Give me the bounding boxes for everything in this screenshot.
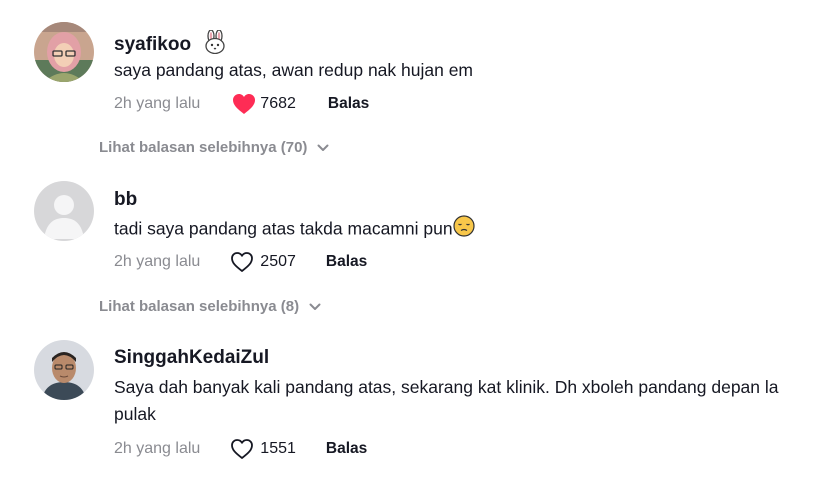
timestamp: 2h yang lalu xyxy=(114,253,201,270)
reply-button[interactable]: Balas xyxy=(328,95,369,113)
like-count: 2507 xyxy=(260,253,296,270)
timestamp: 2h yang lalu xyxy=(114,95,201,112)
heart-outline-icon xyxy=(230,438,254,460)
heart-filled-icon xyxy=(232,93,256,115)
like-button[interactable]: 7682 xyxy=(232,93,296,115)
view-more-replies-label: Lihat balasan selebihnya (8) xyxy=(99,298,300,315)
comment-meta: 2h yang lalu 2507 Balas xyxy=(114,250,367,274)
username[interactable]: SinggahKedaiZul xyxy=(114,347,269,369)
heart-outline-icon xyxy=(230,251,254,273)
avatar[interactable] xyxy=(34,340,94,400)
avatar[interactable] xyxy=(34,22,94,82)
comment-text: saya pandang atas, awan redup nak hujan … xyxy=(114,60,474,80)
comment-text: tadi saya pandang atas takda macamni pun xyxy=(114,215,794,245)
reply-button[interactable]: Balas xyxy=(326,253,367,271)
like-count: 1551 xyxy=(260,440,296,457)
chevron-down-icon xyxy=(317,139,329,156)
comment-text-body: tadi saya pandang atas takda macamni pun xyxy=(114,218,453,239)
username-text: syafikoo xyxy=(114,34,192,56)
comment-meta: 2h yang lalu 7682 Balas xyxy=(114,92,369,116)
rabbit-face-icon xyxy=(202,29,228,60)
view-more-replies-button[interactable]: Lihat balasan selebihnya (8) xyxy=(99,298,321,315)
like-button[interactable]: 1551 xyxy=(230,438,296,460)
view-more-replies-button[interactable]: Lihat balasan selebihnya (70) xyxy=(99,139,329,156)
reply-button[interactable]: Balas xyxy=(326,440,367,458)
chevron-down-icon xyxy=(309,298,321,315)
like-button[interactable]: 2507 xyxy=(230,251,296,273)
like-count: 7682 xyxy=(260,95,296,112)
view-more-replies-label: Lihat balasan selebihnya (70) xyxy=(99,139,308,156)
username[interactable]: bb xyxy=(114,189,137,211)
comment-text: Saya dah banyak kali pandang atas, sekar… xyxy=(114,377,779,424)
username[interactable]: syafikoo xyxy=(114,29,228,60)
comment-meta: 2h yang lalu 1551 Balas xyxy=(114,437,367,461)
pensive-face-icon xyxy=(452,215,475,245)
avatar[interactable] xyxy=(34,181,94,241)
timestamp: 2h yang lalu xyxy=(114,440,201,457)
